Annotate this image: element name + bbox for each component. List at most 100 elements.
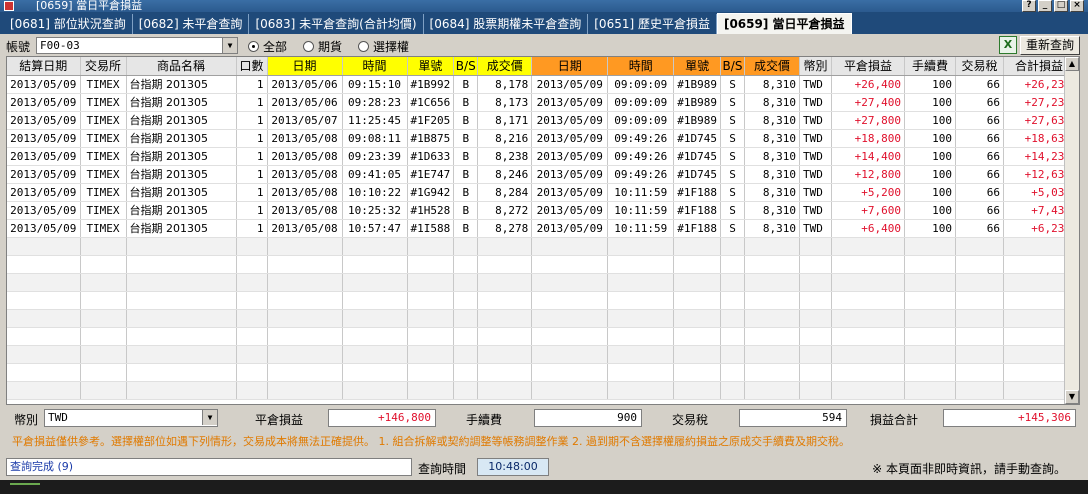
empty-cell: [531, 273, 609, 292]
empty-cell: [531, 237, 609, 256]
account-select[interactable]: F00-03 ▼: [36, 37, 238, 54]
empty-cell: [267, 309, 343, 328]
empty-cell: [126, 327, 237, 346]
table-cell: 8,310: [744, 219, 800, 238]
table-cell: S: [720, 93, 745, 112]
column-header[interactable]: 日期: [267, 57, 343, 76]
table-cell: S: [720, 75, 745, 94]
close-icon[interactable]: ×: [1070, 0, 1084, 12]
query-time-value: 10:48:00: [477, 458, 549, 476]
column-header[interactable]: B/S: [453, 57, 479, 76]
table-cell: +27,400: [831, 93, 905, 112]
table-cell: 台指期 201305: [126, 183, 237, 202]
help-icon[interactable]: ?: [1022, 0, 1036, 12]
table-cell: 10:11:59: [607, 201, 675, 220]
empty-cell: [407, 237, 455, 256]
refresh-button[interactable]: 重新查詢: [1020, 36, 1080, 55]
table-row[interactable]: 2013/05/09 TIMEX 台指期 201305 1 2013/05/06 09:1…: [7, 75, 1075, 94]
empty-cell: [236, 291, 268, 310]
column-header[interactable]: 時間: [607, 57, 675, 76]
empty-cell: [799, 363, 832, 382]
radio-all[interactable]: 全部: [248, 38, 287, 55]
empty-cell: [673, 309, 721, 328]
column-header[interactable]: 交易所: [80, 57, 127, 76]
column-header[interactable]: 交易稅: [955, 57, 1004, 76]
tab-0659[interactable]: [0659] 當日平倉損益: [716, 13, 852, 34]
excel-export-icon[interactable]: X: [999, 36, 1017, 54]
table-row[interactable]: 2013/05/09 TIMEX 台指期 201305 1 2013/05/08 09:4…: [7, 165, 1075, 184]
table-row[interactable]: 2013/05/09 TIMEX 台指期 201305 1 2013/05/08 10:1…: [7, 183, 1075, 202]
tab-0682[interactable]: [0682] 未平倉查詢: [133, 14, 250, 34]
tab-0681[interactable]: [0681] 部位狀況查詢: [4, 14, 133, 34]
empty-cell: [799, 273, 832, 292]
table-row[interactable]: 2013/05/09 TIMEX 台指期 201305 1 2013/05/08 09:0…: [7, 129, 1075, 148]
table-row[interactable]: 2013/05/09 TIMEX 台指期 201305 1 2013/05/08 10:5…: [7, 219, 1075, 238]
minimize-icon[interactable]: _: [1038, 0, 1052, 12]
column-header[interactable]: 平倉損益: [831, 57, 905, 76]
table-cell: #1B989: [673, 75, 721, 94]
table-cell: TIMEX: [80, 129, 127, 148]
column-header[interactable]: B/S: [720, 57, 745, 76]
scroll-down-icon[interactable]: ▼: [1065, 390, 1079, 404]
table-cell: #1I588: [407, 219, 455, 238]
empty-cell: [7, 237, 81, 256]
table-row[interactable]: 2013/05/09 TIMEX 台指期 201305 1 2013/05/06 09:2…: [7, 93, 1075, 112]
table-cell: #1F188: [673, 201, 721, 220]
empty-cell: [80, 237, 127, 256]
tab-0683[interactable]: [0683] 未平倉查詢(合計均價): [249, 14, 424, 34]
summary-bar: 幣別 TWD ▼ 平倉損益 +146,800 手續費 900 交易稅 594 損…: [0, 406, 1088, 430]
tab-0651[interactable]: [0651] 歷史平倉損益: [588, 14, 717, 34]
radio-dot-all[interactable]: [248, 41, 259, 52]
empty-cell: [799, 237, 832, 256]
radio-options[interactable]: 選擇權: [358, 38, 409, 55]
column-header[interactable]: 成交價: [744, 57, 800, 76]
radio-dot-options[interactable]: [358, 41, 370, 52]
empty-cell: [831, 363, 905, 382]
column-header[interactable]: 日期: [531, 57, 609, 76]
currency-select[interactable]: TWD ▼: [44, 409, 218, 427]
empty-cell: [126, 309, 237, 328]
empty-cell: [955, 291, 1004, 310]
radio-dot-futures[interactable]: [303, 41, 315, 52]
column-header[interactable]: 單號: [407, 57, 455, 76]
table-cell: TIMEX: [80, 165, 127, 184]
column-header[interactable]: 幣別: [799, 57, 832, 76]
column-header[interactable]: 成交價: [477, 57, 533, 76]
chevron-down-icon[interactable]: ▼: [222, 38, 237, 53]
table-row[interactable]: 2013/05/09 TIMEX 台指期 201305 1 2013/05/08 09:2…: [7, 147, 1075, 166]
empty-cell: [342, 309, 408, 328]
column-header[interactable]: 時間: [342, 57, 408, 76]
table-cell: 2013/05/07: [267, 111, 343, 130]
table-cell: 8,173: [477, 93, 533, 112]
tab-0684[interactable]: [0684] 股票期權未平倉查詢: [424, 14, 589, 34]
empty-cell: [831, 291, 905, 310]
table-cell: 8,272: [477, 201, 533, 220]
table-cell: 2013/05/09: [7, 75, 81, 94]
empty-cell: [955, 273, 1004, 292]
empty-cell: [7, 255, 81, 274]
maximize-icon[interactable]: □: [1054, 0, 1068, 12]
radio-futures[interactable]: 期貨: [303, 38, 342, 55]
table-cell: 2013/05/09: [531, 75, 609, 94]
table-row[interactable]: 2013/05/09 TIMEX 台指期 201305 1 2013/05/07 11:2…: [7, 111, 1075, 130]
column-header[interactable]: 商品名稱: [126, 57, 237, 76]
table-cell: 09:08:11: [342, 129, 408, 148]
currency-chevron-down-icon[interactable]: ▼: [202, 410, 217, 425]
table-cell: 8,310: [744, 201, 800, 220]
header-row: 結算日期 交易所 商品名稱 口數 日期 時間 單號 B/S 成交價 日期 時間 單號 B/S 成交價 幣別平…: [7, 57, 1075, 76]
table-cell: 2013/05/06: [267, 93, 343, 112]
table-cell: TIMEX: [80, 75, 127, 94]
vertical-scrollbar[interactable]: ▲ ▼: [1064, 57, 1079, 404]
column-header[interactable]: 手續費: [904, 57, 956, 76]
table-cell: 1: [236, 147, 268, 166]
account-value: F00-03: [40, 39, 80, 52]
column-header[interactable]: 口數: [236, 57, 268, 76]
table-row[interactable]: 2013/05/09 TIMEX 台指期 201305 1 2013/05/08 10:2…: [7, 201, 1075, 220]
table-cell: 66: [955, 147, 1004, 166]
account-label: 帳號: [6, 40, 31, 54]
empty-cell: [407, 327, 455, 346]
scroll-up-icon[interactable]: ▲: [1065, 57, 1079, 71]
column-header[interactable]: 單號: [673, 57, 721, 76]
table-cell: #1H528: [407, 201, 455, 220]
column-header[interactable]: 結算日期: [7, 57, 81, 76]
